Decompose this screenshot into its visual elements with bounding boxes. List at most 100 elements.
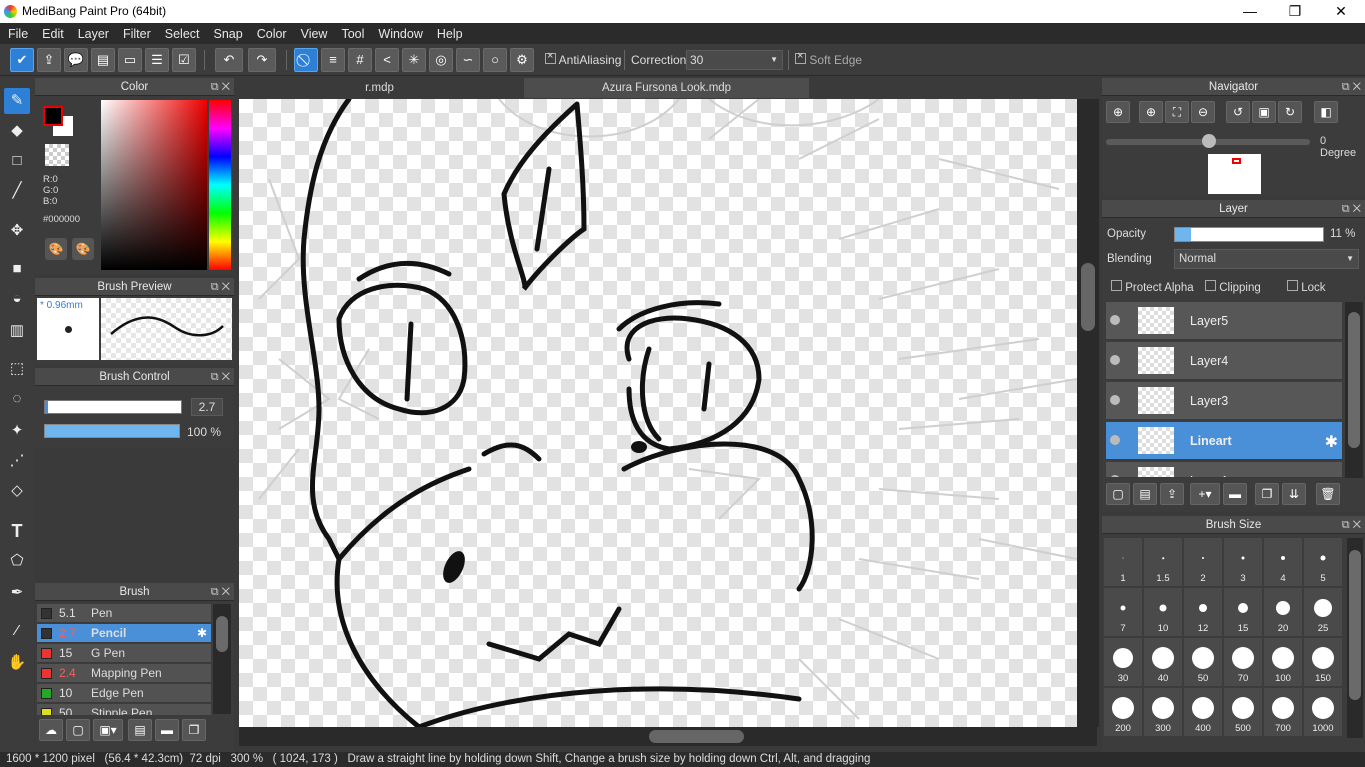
brush-size-cell[interactable]: 100	[1264, 638, 1302, 686]
menu-file[interactable]: File	[8, 27, 28, 41]
bucket-tool-icon[interactable]: ◒	[4, 286, 30, 312]
add-layer-menu-icon[interactable]: +▾	[1190, 483, 1220, 505]
panel-float-close-icon[interactable]: ⧉ ✕	[211, 583, 230, 601]
gear-icon[interactable]: ✱	[197, 624, 207, 643]
brush-item[interactable]: 2.7 Pencil ✱	[37, 624, 211, 643]
new-brush-icon[interactable]: ▢	[66, 719, 90, 741]
blending-select[interactable]: Normal ▼	[1174, 249, 1359, 269]
brush-size-cell[interactable]: 70	[1224, 638, 1262, 686]
palette-icon[interactable]: 🎨	[45, 238, 67, 260]
duplicate-icon[interactable]: ❐	[182, 719, 206, 741]
import-layer-icon[interactable]: ⇪	[1160, 483, 1184, 505]
menu-edit[interactable]: Edit	[42, 27, 64, 41]
menu-window[interactable]: Window	[378, 27, 422, 41]
rotate-left-icon[interactable]: ↺	[1226, 101, 1250, 123]
canvas-horizontal-scrollbar[interactable]	[239, 727, 1097, 746]
scrollbar-thumb[interactable]	[1081, 263, 1095, 331]
snap-off-icon[interactable]: ⃠	[294, 48, 318, 72]
brush-size-cell[interactable]: 12	[1184, 588, 1222, 636]
brush-size-cell[interactable]: 10	[1144, 588, 1182, 636]
pen-tool-icon[interactable]: ✒	[4, 580, 30, 606]
lock-toggle[interactable]: Lock	[1287, 280, 1326, 294]
panel-float-close-icon[interactable]: ⧉ ✕	[211, 278, 230, 296]
snap-settings-icon[interactable]: ⚙	[510, 48, 534, 72]
magic-wand-icon[interactable]: ✦	[4, 418, 30, 444]
maximize-button[interactable]: ❐	[1272, 0, 1318, 23]
protect-alpha-checkbox[interactable]	[1111, 280, 1122, 291]
lock-checkbox[interactable]	[1287, 280, 1298, 291]
layer-folder-icon[interactable]: ▬	[1223, 483, 1247, 505]
brush-size-cell[interactable]: 1000	[1304, 688, 1342, 736]
layer-list-scrollbar[interactable]	[1345, 302, 1363, 478]
select-eraser-icon[interactable]: ◇	[4, 478, 30, 504]
radial-snap-icon[interactable]: ✳	[402, 48, 426, 72]
brush-size-cell[interactable]: 400	[1184, 688, 1222, 736]
menu-tool[interactable]: Tool	[341, 27, 364, 41]
saturation-value-picker[interactable]	[101, 100, 207, 270]
menu-select[interactable]: Select	[165, 27, 200, 41]
zoom-actual-icon[interactable]: ⊕	[1106, 101, 1130, 123]
tab-azura-fursona[interactable]: Azura Fursona Look.mdp	[524, 78, 809, 98]
scrollbar-thumb[interactable]	[1349, 550, 1361, 700]
layer-opacity-slider[interactable]	[1174, 227, 1324, 242]
folder-icon[interactable]: ▬	[155, 719, 179, 741]
brush-item[interactable]: 5.1 Pen	[37, 604, 211, 623]
brush-size-cell[interactable]: 700	[1264, 688, 1302, 736]
add-brush-menu-icon[interactable]: ▣▾	[93, 719, 123, 741]
gear-icon[interactable]: ✱	[1325, 432, 1338, 452]
visibility-icon[interactable]	[1110, 435, 1120, 445]
close-button[interactable]: ✕	[1318, 0, 1364, 23]
brush-size-cell[interactable]: 25	[1304, 588, 1342, 636]
palette-add-icon[interactable]: 🎨	[72, 238, 94, 260]
brush-size-cell[interactable]: 15	[1224, 588, 1262, 636]
brush-item[interactable]: 50 Stipple Pen	[37, 704, 211, 716]
visibility-icon[interactable]	[1110, 315, 1120, 325]
brush-opacity-slider[interactable]	[44, 424, 180, 438]
layer-row[interactable]: Layer1	[1106, 462, 1342, 478]
redo-icon[interactable]: ↷	[248, 48, 276, 72]
ellipse-snap-icon[interactable]: ○	[483, 48, 507, 72]
visibility-icon[interactable]	[1110, 395, 1120, 405]
scrollbar-thumb[interactable]	[216, 616, 228, 652]
grid-snap-icon[interactable]: #	[348, 48, 372, 72]
layer-row[interactable]: Layer4	[1106, 342, 1342, 380]
brush-size-cell[interactable]: 3	[1224, 538, 1262, 586]
panel-float-close-icon[interactable]: ⧉ ✕	[211, 78, 230, 96]
menu-help[interactable]: Help	[437, 27, 463, 41]
brush-size-cell[interactable]: 300	[1144, 688, 1182, 736]
undo-icon[interactable]: ↶	[215, 48, 243, 72]
hue-slider[interactable]	[209, 100, 231, 270]
brush-list-scrollbar[interactable]	[213, 604, 231, 714]
drawing-canvas[interactable]	[239, 99, 1077, 727]
rotation-slider-thumb[interactable]	[1202, 134, 1216, 148]
new-layer-icon[interactable]: ▢	[1106, 483, 1130, 505]
divide-tool-icon[interactable]: ⬠	[4, 548, 30, 574]
panel-float-close-icon[interactable]: ⧉ ✕	[1342, 78, 1361, 96]
brush-size-cell[interactable]: 200	[1104, 688, 1142, 736]
soft-edge-checkbox[interactable]	[795, 50, 806, 64]
panel-float-close-icon[interactable]: ⧉ ✕	[1342, 516, 1361, 534]
rotate-right-icon[interactable]: ↻	[1278, 101, 1302, 123]
fit-window-icon[interactable]: ⛶	[1165, 101, 1189, 123]
brush-size-scrollbar[interactable]	[1347, 538, 1363, 738]
panel-float-close-icon[interactable]: ⧉ ✕	[211, 368, 230, 386]
lasso-icon[interactable]: ◌	[4, 386, 30, 412]
layer-row[interactable]: Lineart ✱	[1106, 422, 1342, 460]
hand-tool-icon[interactable]: ✋	[4, 650, 30, 676]
brush-size-cell[interactable]: 150	[1304, 638, 1342, 686]
navigator-thumbnail[interactable]	[1208, 154, 1261, 194]
concentric-snap-icon[interactable]: ◎	[429, 48, 453, 72]
merge-down-icon[interactable]: ⇊	[1282, 483, 1306, 505]
brush-item[interactable]: 2.4 Mapping Pen	[37, 664, 211, 683]
gradient-tool-icon[interactable]: ▥	[4, 318, 30, 344]
brush-item[interactable]: 10 Edge Pen	[37, 684, 211, 703]
minimize-button[interactable]: —	[1227, 0, 1273, 23]
zoom-in-icon[interactable]: ⊕	[1139, 101, 1163, 123]
comment-icon[interactable]: ▤	[91, 48, 115, 72]
new-halftone-layer-icon[interactable]: ▤	[1133, 483, 1157, 505]
protect-alpha-toggle[interactable]: Protect Alpha	[1111, 280, 1194, 294]
layer-row[interactable]: Layer3	[1106, 382, 1342, 420]
antialiasing-checkbox[interactable]	[545, 50, 556, 64]
visibility-icon[interactable]	[1110, 355, 1120, 365]
parallel-snap-icon[interactable]: ≡	[321, 48, 345, 72]
